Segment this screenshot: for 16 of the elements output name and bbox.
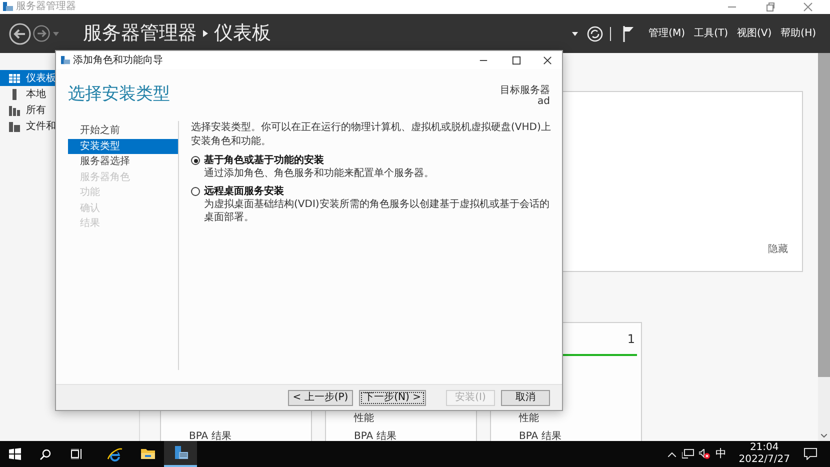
dialog-title: 添加角色和功能向导 <box>73 54 163 68</box>
clock-time: 21:04 <box>750 442 779 454</box>
breadcrumb-item: 仪表板 <box>214 21 271 46</box>
clock-date: 2022/7/27 <box>738 454 790 466</box>
tile-count: 1 <box>627 331 635 348</box>
wizard-step: 结果 <box>68 216 178 232</box>
target-server-label: 目标服务器 <box>500 85 550 96</box>
description-text: 选择安装类型。你可以在正在运行的物理计算机、虚拟机或脱机虚拟硬盘(VHD)上安装角色和功能。 <box>191 121 552 149</box>
window-title: 服务器管理器 <box>16 2 76 12</box>
wizard-step: 确认 <box>68 200 178 216</box>
page-heading: 选择安装类型 <box>68 83 170 105</box>
wizard-step: 功能 <box>68 185 178 200</box>
option-description: 为虚拟桌面基础结构(VDI)安装所需的角色服务以创建基于虚拟机或基于会话的桌面部署。 <box>204 198 550 224</box>
wizard-step: 服务器角色 <box>68 170 178 185</box>
target-server-value: ad <box>538 96 550 107</box>
option-description: 通过添加角色、角色服务和功能来配置单个服务器。 <box>204 167 435 180</box>
